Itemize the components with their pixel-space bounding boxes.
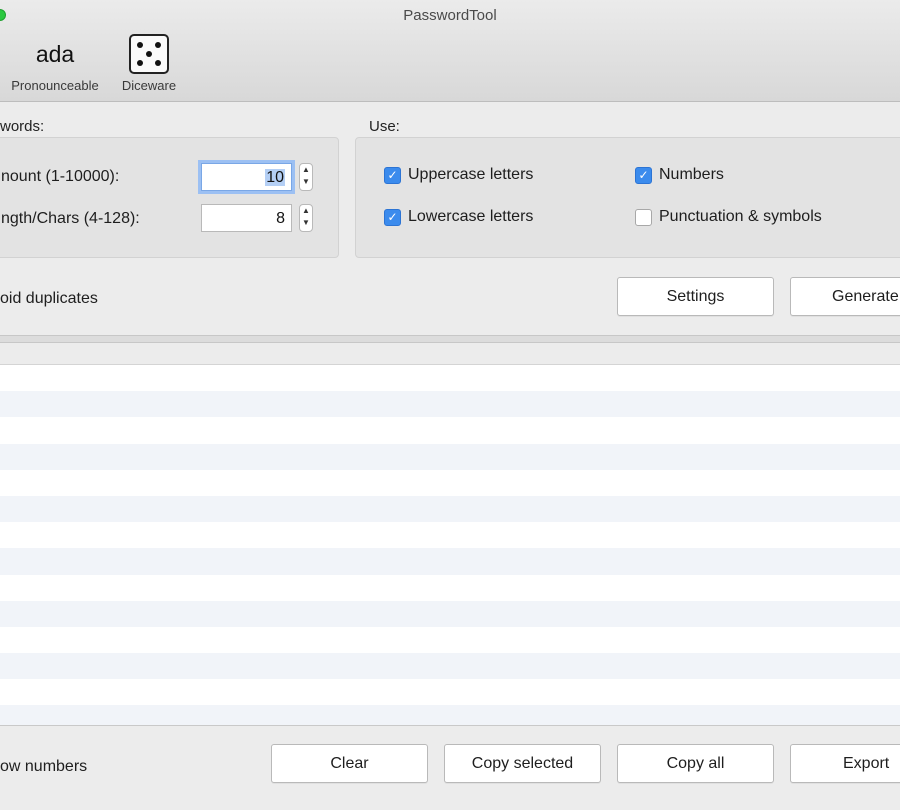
table-row[interactable] xyxy=(0,574,900,601)
table-row[interactable] xyxy=(0,391,900,418)
passwords-group-box: nount (1-10000): 10 ▲ ▼ ngth/Chars (4-128… xyxy=(0,137,339,258)
checkbox-unchecked-icon xyxy=(635,208,652,226)
table-row[interactable] xyxy=(0,522,900,549)
show-numbers-checkbox[interactable]: ow numbers xyxy=(0,758,87,776)
password-table[interactable] xyxy=(0,365,900,725)
table-row[interactable] xyxy=(0,365,900,392)
ada-text-icon: ada xyxy=(35,40,75,67)
toolbar-item-label: Diceware xyxy=(121,78,177,93)
checkbox-checked-icon: ✓ xyxy=(384,166,401,184)
toolbar-item-diceware[interactable]: Diceware xyxy=(112,32,186,93)
lowercase-checkbox[interactable]: ✓ Lowercase letters xyxy=(384,208,533,226)
table-row[interactable] xyxy=(0,495,900,523)
dice-five-icon xyxy=(129,34,169,74)
table-row[interactable] xyxy=(0,626,900,654)
clear-button[interactable]: Clear xyxy=(271,744,428,783)
length-label: ngth/Chars (4-128): xyxy=(1,210,140,227)
amount-label: nount (1-10000): xyxy=(1,168,120,185)
amount-stepper[interactable]: ▲ ▼ xyxy=(299,163,313,191)
avoid-duplicates-checkbox[interactable]: oid duplicates xyxy=(0,290,98,308)
table-row[interactable] xyxy=(0,417,900,444)
toolbar-item-label: Pronounceable xyxy=(11,78,99,93)
table-border xyxy=(0,725,900,726)
length-field[interactable]: 8 xyxy=(201,204,292,232)
split-view-divider[interactable] xyxy=(0,335,900,343)
table-row[interactable] xyxy=(0,548,900,575)
window-title: PasswordTool xyxy=(403,7,497,24)
table-row[interactable] xyxy=(0,679,900,706)
table-row[interactable] xyxy=(0,705,900,725)
passwords-group-label: words: xyxy=(0,118,45,135)
settings-button[interactable]: Settings xyxy=(617,277,774,316)
title-bar: PasswordTool ada Pronounceable Diceware xyxy=(0,0,900,102)
export-button[interactable]: Export xyxy=(790,744,900,783)
length-stepper[interactable]: ▲ ▼ xyxy=(299,204,313,232)
uppercase-checkbox[interactable]: ✓ Uppercase letters xyxy=(384,166,533,184)
use-group-box: ✓ Uppercase letters ✓ Numbers ✓ Lowercas… xyxy=(355,137,900,258)
table-row[interactable] xyxy=(0,443,900,470)
generate-button[interactable]: Generate xyxy=(790,277,900,316)
checkbox-checked-icon: ✓ xyxy=(635,166,652,184)
use-group-label: Use: xyxy=(369,118,400,135)
table-row[interactable] xyxy=(0,600,900,627)
table-row[interactable] xyxy=(0,469,900,496)
table-row[interactable] xyxy=(0,653,900,680)
toolbar-item-pronounceable[interactable]: ada Pronounceable xyxy=(2,32,108,94)
table-header xyxy=(0,343,900,365)
copy-all-button[interactable]: Copy all xyxy=(617,744,774,783)
amount-field[interactable]: 10 xyxy=(201,163,292,191)
numbers-checkbox[interactable]: ✓ Numbers xyxy=(635,166,724,184)
copy-selected-button[interactable]: Copy selected xyxy=(444,744,601,783)
checkbox-checked-icon: ✓ xyxy=(384,208,401,226)
punctuation-checkbox[interactable]: Punctuation & symbols xyxy=(635,208,822,226)
